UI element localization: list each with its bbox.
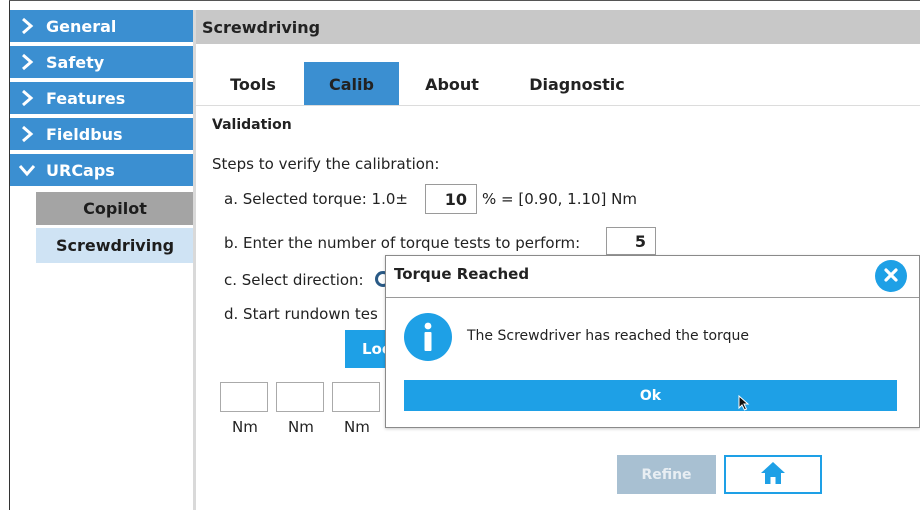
sidebar-item-label: URCaps xyxy=(46,160,115,180)
torque-percent-value: 10 xyxy=(444,189,467,209)
torque-percent-input[interactable]: 10 xyxy=(425,184,477,214)
ok-button-label: Ok xyxy=(639,387,662,404)
unit-label: Nm xyxy=(344,418,370,436)
sidebar-subitem-screwdriving[interactable]: Screwdriving xyxy=(36,228,194,263)
step-c-label: c. Select direction: xyxy=(224,271,364,289)
tab-bar: Tools Calib About Diagnostic xyxy=(196,62,920,106)
tab-label: Tools xyxy=(230,74,276,94)
torque-result-field xyxy=(276,382,324,412)
home-icon xyxy=(760,461,786,489)
chevron-right-icon xyxy=(10,45,44,79)
page-header: Screwdriving xyxy=(196,10,920,44)
sidebar-item-safety[interactable]: Safety xyxy=(10,46,194,80)
torque-tests-input[interactable]: 5 xyxy=(606,227,656,255)
torque-reached-dialog: Torque Reached The Screwdriver has reach… xyxy=(385,255,920,428)
sidebar-subitem-label: Copilot xyxy=(83,199,147,218)
lock-button[interactable]: Loc xyxy=(345,330,390,368)
sidebar-item-features[interactable]: Features xyxy=(10,82,194,116)
ok-button[interactable]: Ok xyxy=(404,380,897,411)
sidebar-item-label: Safety xyxy=(46,52,105,72)
info-icon xyxy=(404,313,452,361)
chevron-right-icon xyxy=(10,9,44,43)
chevron-right-icon xyxy=(10,117,44,151)
unit-label: Nm xyxy=(232,418,258,436)
unit-label: Nm xyxy=(288,418,314,436)
sidebar-item-urcaps[interactable]: URCaps xyxy=(10,154,194,188)
torque-result-field xyxy=(220,382,268,412)
tab-divider xyxy=(196,105,920,106)
tab-label: About xyxy=(425,74,479,94)
close-button[interactable] xyxy=(875,260,907,292)
tab-about[interactable]: About xyxy=(408,62,496,106)
home-button[interactable] xyxy=(724,455,822,494)
sidebar-item-label: General xyxy=(46,16,117,36)
step-a-label: a. Selected torque: 1.0± xyxy=(224,190,408,208)
refine-button-label: Refine xyxy=(641,466,692,483)
steps-intro: Steps to verify the calibration: xyxy=(212,155,440,173)
dialog-title: Torque Reached xyxy=(394,265,530,283)
dialog-message: The Screwdriver has reached the torque xyxy=(467,328,749,344)
sidebar-subitem-label: Screwdriving xyxy=(55,236,175,255)
tab-diagnostic[interactable]: Diagnostic xyxy=(514,62,640,106)
sidebar-item-label: Features xyxy=(46,88,126,108)
step-b-label: b. Enter the number of torque tests to p… xyxy=(224,234,581,252)
step-d-label: d. Start rundown tes xyxy=(224,305,378,323)
tab-calib[interactable]: Calib xyxy=(304,62,399,106)
step-a-result: % = [0.90, 1.10] Nm xyxy=(482,190,637,208)
torque-result-field xyxy=(332,382,380,412)
refine-button[interactable]: Refine xyxy=(617,455,716,494)
sidebar-item-fieldbus[interactable]: Fieldbus xyxy=(10,118,194,152)
tab-label: Calib xyxy=(329,74,374,94)
sidebar-item-label: Fieldbus xyxy=(46,124,123,144)
dialog-divider xyxy=(386,297,919,298)
close-icon xyxy=(884,267,898,286)
sidebar: General Safety Features Fieldbus URCaps … xyxy=(10,10,194,510)
window-border-top xyxy=(9,0,920,1)
tab-label: Diagnostic xyxy=(529,74,625,94)
chevron-down-icon xyxy=(10,153,44,187)
torque-tests-value: 5 xyxy=(634,231,646,251)
page-title: Screwdriving xyxy=(202,17,321,37)
chevron-right-icon xyxy=(10,81,44,115)
section-title: Validation xyxy=(212,117,292,133)
sidebar-subitem-copilot[interactable]: Copilot xyxy=(36,192,194,227)
mouse-cursor-icon xyxy=(738,394,750,415)
tab-tools[interactable]: Tools xyxy=(208,62,298,106)
sidebar-item-general[interactable]: General xyxy=(10,10,194,44)
